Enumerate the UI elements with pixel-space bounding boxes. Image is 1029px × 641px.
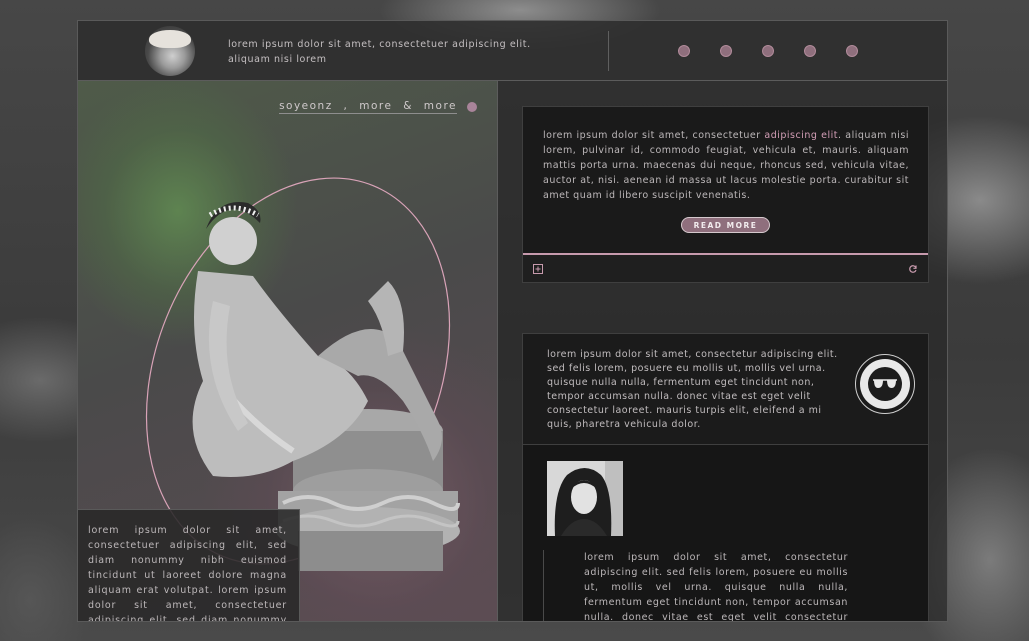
info-card-text: lorem ipsum dolor sit amet, consectetuer…: [543, 128, 909, 203]
credits: soyeonz , more & more: [279, 100, 477, 114]
expand-icon[interactable]: [533, 264, 543, 274]
portrait-illustration: [547, 461, 623, 536]
credits-text[interactable]: soyeonz , more & more: [279, 100, 457, 114]
refresh-icon[interactable]: [908, 264, 918, 274]
profile-card-rule: [543, 550, 544, 621]
nav-dot-3[interactable]: [762, 45, 774, 57]
header-divider: [608, 31, 609, 71]
header-text: lorem ipsum dolor sit amet, consectetuer…: [228, 39, 531, 65]
nav-dot-4[interactable]: [804, 45, 816, 57]
nav-dot-5[interactable]: [846, 45, 858, 57]
nav-dot-2[interactable]: [720, 45, 732, 57]
profile-card-top: lorem ipsum dolor sit amet, consectetur …: [523, 334, 928, 445]
info-card-footer: [523, 255, 928, 282]
sunglasses-icon: [873, 379, 897, 388]
avatar-hat: [149, 30, 191, 48]
info-card: lorem ipsum dolor sit amet, consectetuer…: [522, 106, 929, 283]
read-more-button[interactable]: READ MORE: [681, 217, 770, 233]
emblem-ring: [860, 359, 910, 409]
portrait-photo[interactable]: [547, 461, 623, 536]
credits-dot: [467, 102, 477, 112]
emblem-core: [868, 367, 902, 401]
left-column: soyeonz , more & more lorem ipsum dolor …: [78, 81, 498, 621]
main-frame: lorem ipsum dolor sit amet, consectetuer…: [77, 20, 948, 622]
avatar[interactable]: [145, 26, 195, 76]
info-card-text-start: lorem ipsum dolor sit amet, consectetuer: [543, 130, 765, 141]
header: lorem ipsum dolor sit amet, consectetuer…: [78, 21, 947, 81]
emblem-badge[interactable]: [855, 354, 915, 414]
nav-dots: [678, 45, 858, 57]
profile-card: lorem ipsum dolor sit amet, consectetur …: [522, 333, 929, 622]
profile-card-top-text: lorem ipsum dolor sit amet, consectetur …: [547, 349, 838, 430]
left-text-box: lorem ipsum dolor sit amet, consectetuer…: [78, 509, 300, 621]
hero-figure: [145, 177, 460, 571]
info-card-highlight[interactable]: adipiscing elit: [764, 130, 838, 141]
nav-dot-1[interactable]: [678, 45, 690, 57]
profile-card-bottom-text: lorem ipsum dolor sit amet, consectetur …: [584, 552, 848, 622]
